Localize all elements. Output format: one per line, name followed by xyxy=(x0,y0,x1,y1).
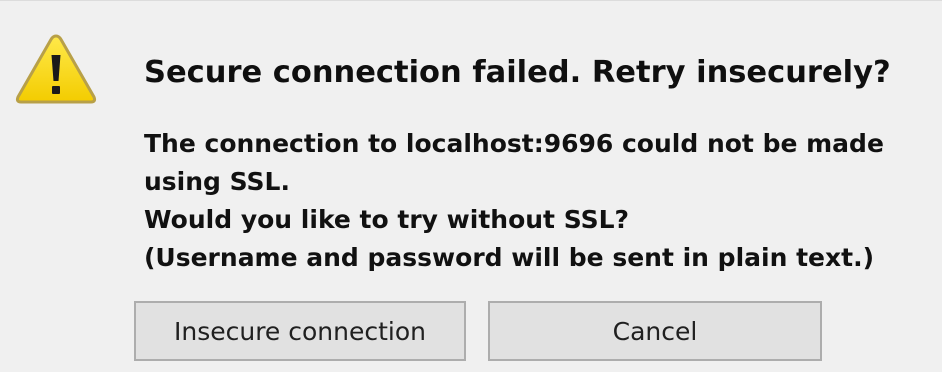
cancel-button-label: Cancel xyxy=(612,316,698,346)
dialog-title: Secure connection failed. Retry insecure… xyxy=(144,55,891,90)
message-line: using SSL. xyxy=(144,167,290,196)
cancel-button[interactable]: Cancel xyxy=(488,301,822,361)
message-line: The connection to localhost:9696 could n… xyxy=(144,129,884,158)
message-line: Would you like to try without SSL? xyxy=(144,205,630,234)
insecure-connection-button[interactable]: Insecure connection xyxy=(134,301,466,361)
message-line: (Username and password will be sent in p… xyxy=(144,243,874,272)
message-dialog: Secure connection failed. Retry insecure… xyxy=(0,0,942,372)
insecure-connection-button-label: Insecure connection xyxy=(173,316,426,346)
dialog-message: The connection to localhost:9696 could n… xyxy=(144,125,884,277)
warning-icon xyxy=(13,31,99,107)
